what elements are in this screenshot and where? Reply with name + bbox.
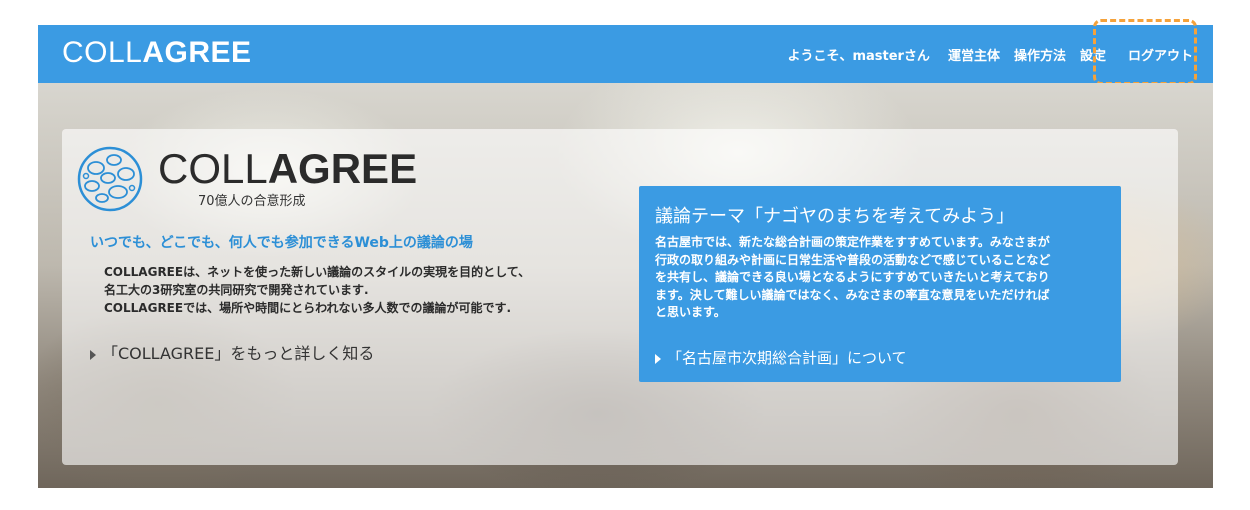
logo-text-thin: COLL (62, 36, 143, 69)
city-plan-link-label: 「名古屋市次期総合計画」について (667, 349, 907, 367)
brand-name: COLLAGREE (158, 146, 417, 192)
site-logo[interactable]: COLLAGREE (62, 34, 252, 72)
intro-description-line: 名工大の3研究室の共同研究で開発されています. (104, 283, 369, 297)
intro-description: COLLAGREEは、ネットを使った新しい議論のスタイルの実現を目的として、 名… (104, 263, 530, 317)
brand-name-thin: COLL (158, 145, 268, 192)
user-greeting[interactable]: ようこそ、masterさん (787, 45, 930, 64)
logout-button[interactable]: ログアウト (1128, 45, 1193, 64)
theme-title: 議論テーマ「ナゴヤのまちを考えてみよう」 (655, 206, 1015, 227)
brand-name-bold: AGREE (267, 145, 418, 192)
triangle-right-icon (90, 349, 96, 360)
nav-howto-link[interactable]: 操作方法 (1014, 45, 1066, 64)
theme-body-line: を共有し、議論できる良い場となるようにすすめていきたいと考えており (655, 270, 1050, 284)
nav-menu: ようこそ、masterさん 運営主体 操作方法 設定 ログアウト (787, 25, 1193, 83)
speech-bubbles-globe-icon (77, 146, 143, 212)
theme-body-line: ます。決して難しい議論ではなく、みなさまの率直な意見をいただければ (655, 287, 1050, 302)
logo-text-bold: AGREE (142, 36, 252, 69)
theme-body-line: 名古屋市では、新たな総合計画の策定作業をすすめています。みなさまが (655, 235, 1050, 249)
intro-lead: いつでも、どこでも、何人でも参加できるWeb上の議論の場 (90, 235, 473, 251)
top-navigation-bar: COLLAGREE ようこそ、masterさん 運営主体 操作方法 設定 ログア… (38, 25, 1213, 83)
brand-tagline: 70億人の合意形成 (198, 194, 306, 209)
learn-more-link[interactable]: 「COLLAGREE」をもっと詳しく知る (90, 340, 374, 364)
theme-body: 名古屋市では、新たな総合計画の策定作業をすすめています。みなさまが 行政の取り組… (655, 234, 1115, 322)
theme-body-line: と思います。 (655, 305, 726, 319)
discussion-theme-box: 議論テーマ「ナゴヤのまちを考えてみよう」 名古屋市では、新たな総合計画の策定作業… (639, 186, 1121, 382)
city-plan-link[interactable]: 「名古屋市次期総合計画」について (655, 347, 907, 368)
nav-operator-link[interactable]: 運営主体 (948, 45, 1000, 64)
learn-more-link-label: 「COLLAGREE」をもっと詳しく知る (102, 344, 375, 363)
intro-description-line: COLLAGREEでは、場所や時間にとらわれない多人数での議論が可能です. (104, 301, 512, 315)
intro-description-line: COLLAGREEは、ネットを使った新しい議論のスタイルの実現を目的として、 (104, 265, 531, 279)
theme-body-line: 行政の取り組みや計画に日常生活や普段の活動などで感じていることなど (655, 252, 1051, 267)
triangle-right-icon (655, 353, 661, 364)
nav-settings-link[interactable]: 設定 (1080, 45, 1106, 64)
